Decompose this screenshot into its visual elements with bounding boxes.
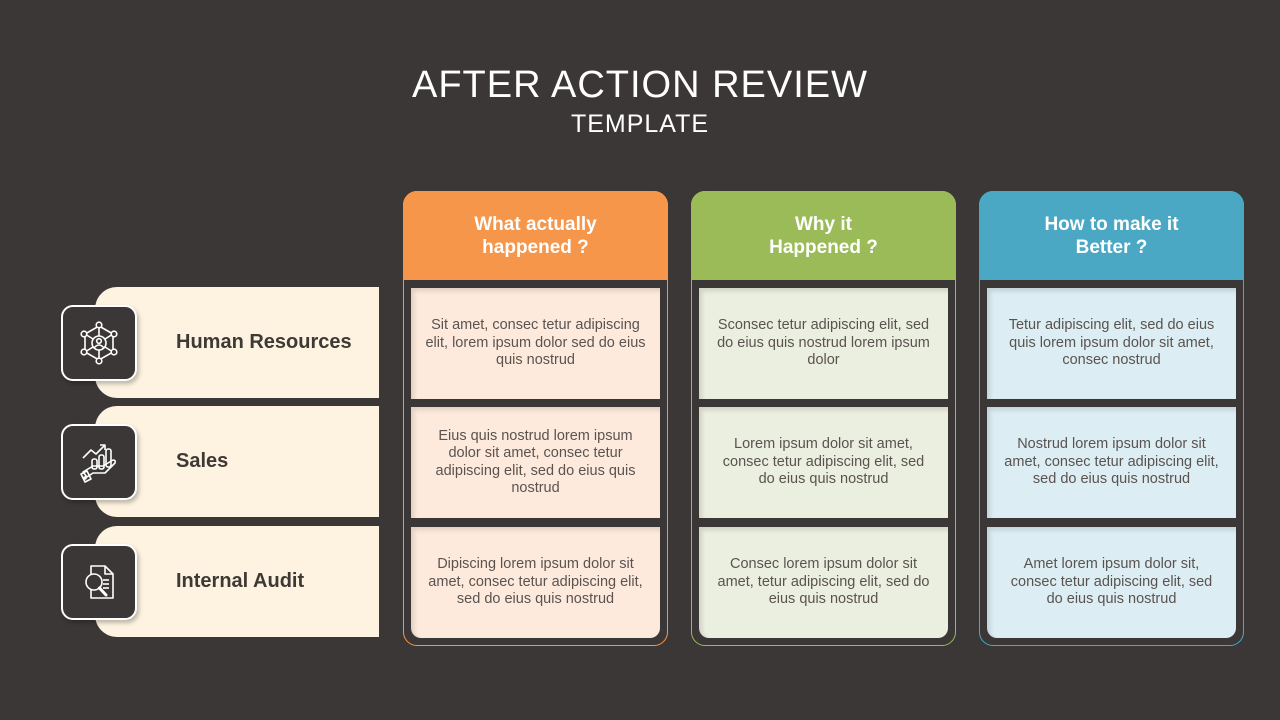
cell-text: Nostrud lorem ipsum dolor sit amet, cons… (987, 407, 1236, 518)
row-label-sales: Sales (95, 406, 379, 517)
network-people-icon (61, 305, 137, 381)
cell-text: Sit amet, consec tetur adipiscing elit, … (411, 288, 660, 399)
column-header: What actually happened ? (403, 191, 668, 280)
column-make-better: How to make it Better ? Tetur adipiscing… (979, 191, 1244, 646)
document-search-icon (61, 544, 137, 620)
row-label-internal-audit: Internal Audit (95, 526, 379, 637)
cell-text: Eius quis nostrud lorem ipsum dolor sit … (411, 407, 660, 518)
cell-text: Lorem ipsum dolor sit amet, consec tetur… (699, 407, 948, 518)
page-title: AFTER ACTION REVIEW (411, 64, 869, 106)
column-header: Why it Happened ? (691, 191, 956, 280)
column-why-happened: Why it Happened ? Sconsec tetur adipisci… (691, 191, 956, 646)
cell-text: Tetur adipiscing elit, sed do eius quis … (987, 288, 1236, 399)
row-label-text: Sales (176, 450, 229, 472)
hand-growth-chart-icon (61, 424, 137, 500)
cell-text: Sconsec tetur adipiscing elit, sed do ei… (699, 288, 948, 399)
page-subtitle: TEMPLATE (570, 110, 710, 138)
row-label-text: Human Resources (176, 331, 352, 353)
row-label-text: Internal Audit (176, 570, 305, 592)
column-what-happened: What actually happened ? Sit amet, conse… (403, 191, 668, 646)
cell-text: Consec lorem ipsum dolor sit amet, tetur… (699, 527, 948, 638)
cell-text: Amet lorem ipsum dolor sit, consec tetur… (987, 527, 1236, 638)
cell-text: Dipiscing lorem ipsum dolor sit amet, co… (411, 527, 660, 638)
column-header: How to make it Better ? (979, 191, 1244, 280)
row-label-human-resources: Human Resources (95, 287, 379, 398)
